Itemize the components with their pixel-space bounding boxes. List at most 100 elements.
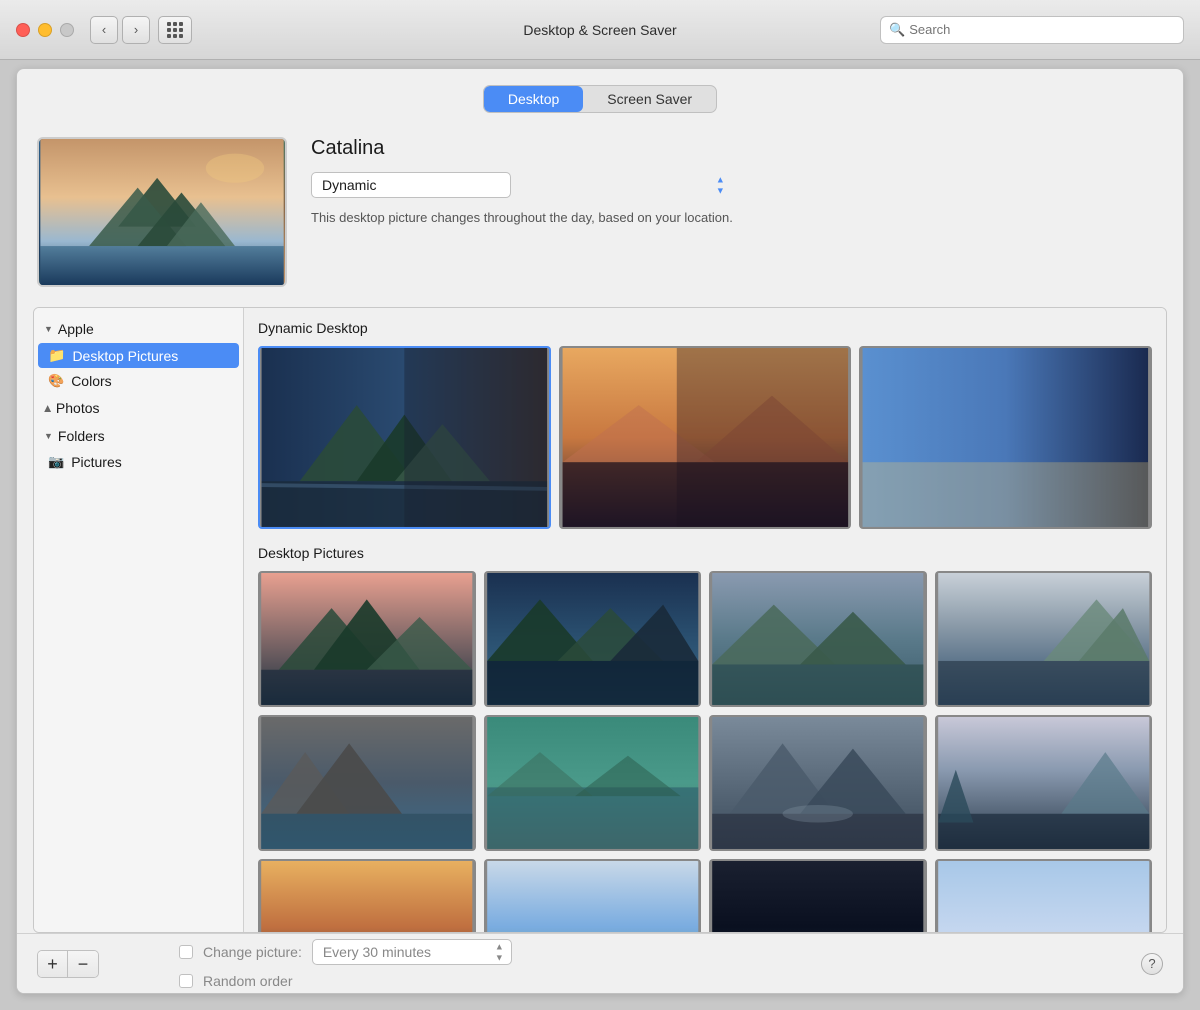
search-input[interactable] (909, 22, 1175, 37)
minimize-button[interactable] (38, 23, 52, 37)
thumb-catalina-dynamic-img (260, 348, 549, 527)
maximize-button[interactable] (60, 23, 74, 37)
thumb-dp-9-img (260, 861, 474, 932)
thumb-mojave-dynamic[interactable] (559, 346, 852, 529)
grid-view-button[interactable] (158, 16, 192, 44)
preview-image (37, 137, 287, 287)
thumb-dp-12-img (937, 861, 1151, 932)
sidebar-group-folders: ▼ Folders 📷 Pictures (34, 423, 243, 474)
dynamic-select-wrapper: Dynamic Light (Still) Dark (Still) ▲ ▼ (311, 172, 733, 198)
sidebar-group-photos-header[interactable]: ▶ Photos (34, 395, 243, 421)
thumb-dp-4[interactable] (935, 571, 1153, 707)
add-button[interactable]: + (38, 951, 68, 977)
sidebar-group-photos: ▶ Photos (34, 395, 243, 421)
thumb-dp-1[interactable] (258, 571, 476, 707)
add-remove-buttons: + − (37, 950, 99, 978)
sidebar-group-apple: ▼ Apple 📁 Desktop Pictures 🎨 Colors (34, 316, 243, 393)
thumb-dp-7-img (711, 717, 925, 849)
grid-panel: Dynamic Desktop (244, 308, 1166, 932)
nav-buttons: ‹ › (90, 16, 150, 44)
thumb-dp-3[interactable] (709, 571, 927, 707)
folders-group-label: Folders (58, 428, 105, 444)
thumb-dp-7[interactable] (709, 715, 927, 851)
close-button[interactable] (16, 23, 30, 37)
random-order-label: Random order (203, 973, 293, 989)
change-picture-label: Change picture: (203, 944, 302, 960)
folders-triangle-icon: ▼ (44, 431, 53, 441)
grid-icon (167, 22, 183, 38)
colors-icon: 🎨 (48, 373, 64, 389)
dynamic-desktop-title: Dynamic Desktop (258, 320, 1152, 336)
change-picture-area: Change picture: Every 5 seconds Every 1 … (179, 939, 512, 989)
tab-screen-saver[interactable]: Screen Saver (583, 86, 716, 112)
apple-group-label: Apple (58, 321, 94, 337)
thumb-dp-11[interactable] (709, 859, 927, 932)
sidebar-group-apple-header[interactable]: ▼ Apple (34, 316, 243, 342)
apple-triangle-icon: ▼ (44, 324, 53, 334)
sidebar-group-folders-header[interactable]: ▼ Folders (34, 423, 243, 449)
thumb-dp-11-img (711, 861, 925, 932)
thumb-dp-8-img (937, 717, 1151, 849)
thumb-dp-3-img (711, 573, 925, 705)
preview-description: This desktop picture changes throughout … (311, 210, 733, 225)
preview-info: Catalina Dynamic Light (Still) Dark (Sti… (311, 137, 733, 225)
thumb-dp-8[interactable] (935, 715, 1153, 851)
forward-button[interactable]: › (122, 16, 150, 44)
change-picture-checkbox[interactable] (179, 945, 193, 959)
dynamic-desktop-grid (258, 346, 1152, 529)
thumb-dp-2-img (486, 573, 700, 705)
random-order-checkbox[interactable] (179, 974, 193, 988)
thumb-dp-5-img (260, 717, 474, 849)
wallpaper-title: Catalina (311, 137, 733, 160)
tab-desktop[interactable]: Desktop (484, 86, 583, 112)
bottom-bar: + − Change picture: Every 5 seconds Ever… (17, 933, 1183, 993)
photos-triangle-icon: ▶ (42, 405, 53, 412)
titlebar: ‹ › Desktop & Screen Saver 🔍 (0, 0, 1200, 60)
thumb-dp-1-img (260, 573, 474, 705)
thumb-dp-6[interactable] (484, 715, 702, 851)
random-order-row: Random order (179, 973, 512, 989)
thumb-dp-12[interactable] (935, 859, 1153, 932)
interval-select-wrapper: Every 5 seconds Every 1 minute Every 5 m… (312, 939, 512, 965)
interval-select[interactable]: Every 5 seconds Every 1 minute Every 5 m… (312, 939, 512, 965)
thumb-dp-2[interactable] (484, 571, 702, 707)
sidebar-item-colors[interactable]: 🎨 Colors (38, 369, 239, 393)
bottom-right-area: ? (1129, 953, 1163, 975)
sidebar-item-desktop-pictures[interactable]: 📁 Desktop Pictures (38, 343, 239, 368)
desktop-pictures-title: Desktop Pictures (258, 545, 1152, 561)
thumb-sky-dynamic-img (861, 348, 1150, 527)
pictures-label: Pictures (71, 454, 122, 470)
sidebar-item-pictures[interactable]: 📷 Pictures (38, 450, 239, 474)
thumb-mojave-dynamic-img (561, 348, 850, 527)
thumb-sky-dynamic[interactable] (859, 346, 1152, 529)
search-icon: 🔍 (889, 22, 905, 38)
thumb-dp-6-img (486, 717, 700, 849)
thumb-catalina-dynamic[interactable] (258, 346, 551, 529)
remove-button[interactable]: − (68, 951, 98, 977)
preview-wallpaper-svg (39, 139, 285, 285)
change-picture-row: Change picture: Every 5 seconds Every 1 … (179, 939, 512, 965)
traffic-lights (16, 23, 74, 37)
dynamic-select[interactable]: Dynamic Light (Still) Dark (Still) (311, 172, 511, 198)
desktop-pictures-label: Desktop Pictures (72, 348, 178, 364)
select-arrows-icon: ▲ ▼ (716, 175, 725, 196)
help-button[interactable]: ? (1141, 953, 1163, 975)
back-button[interactable]: ‹ (90, 16, 118, 44)
photos-group-label: Photos (56, 400, 100, 416)
preview-section: Catalina Dynamic Light (Still) Dark (Sti… (17, 125, 1183, 307)
segment-control: Desktop Screen Saver (483, 85, 717, 113)
thumb-dp-4-img (937, 573, 1151, 705)
browser-section: ▼ Apple 📁 Desktop Pictures 🎨 Colors ▶ Ph… (33, 307, 1167, 933)
sidebar: ▼ Apple 📁 Desktop Pictures 🎨 Colors ▶ Ph… (34, 308, 244, 932)
thumb-dp-10[interactable] (484, 859, 702, 932)
colors-label: Colors (71, 373, 111, 389)
thumb-dp-9[interactable] (258, 859, 476, 932)
thumb-dp-10-img (486, 861, 700, 932)
search-bar[interactable]: 🔍 (880, 16, 1184, 44)
desktop-pictures-grid (258, 571, 1152, 932)
folder-icon: 📁 (48, 347, 65, 364)
thumb-dp-5[interactable] (258, 715, 476, 851)
pictures-folder-icon: 📷 (48, 454, 64, 470)
main-window: Desktop Screen Saver (16, 68, 1184, 994)
segment-control-wrap: Desktop Screen Saver (17, 69, 1183, 125)
